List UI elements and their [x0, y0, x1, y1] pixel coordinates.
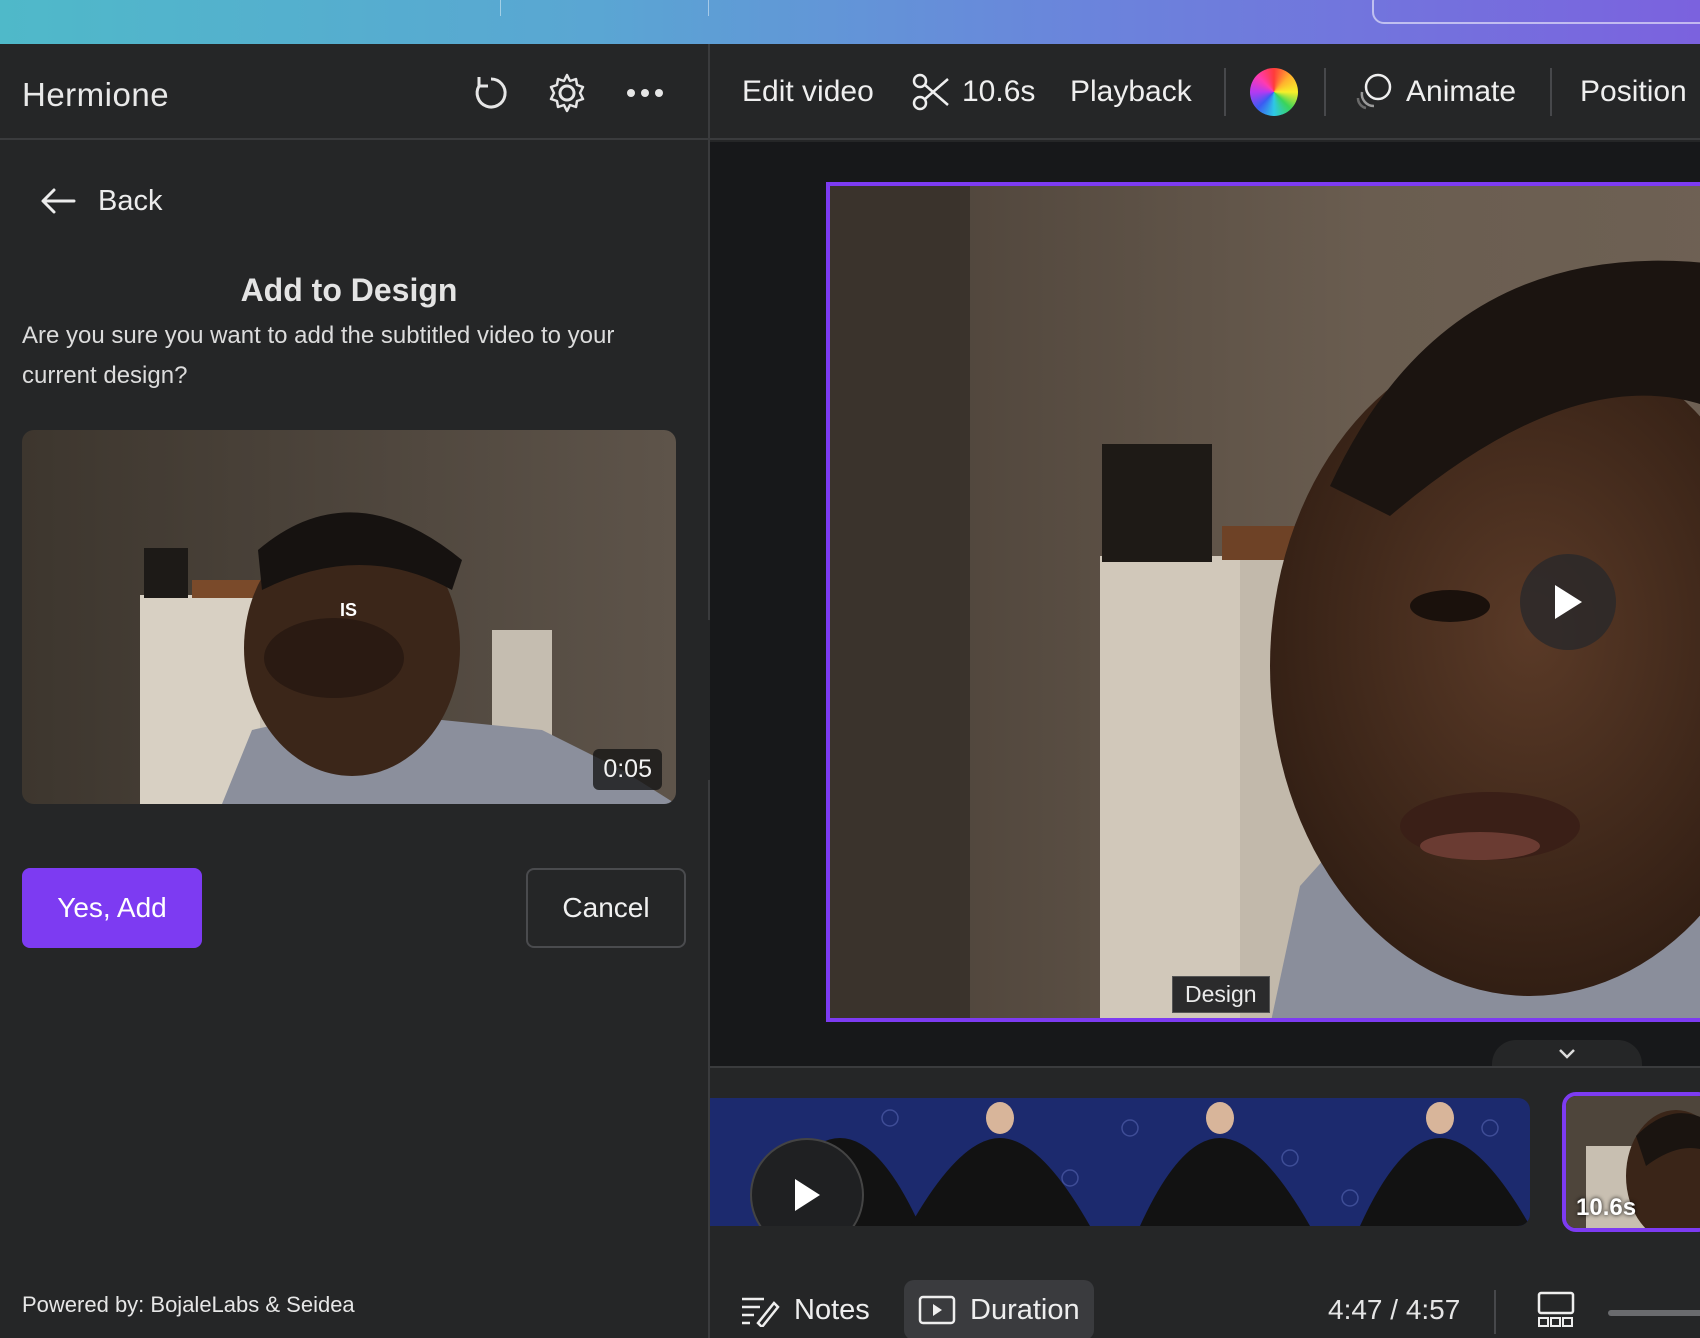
panel-header: Hermione: [0, 44, 708, 140]
notes-button[interactable]: Notes: [726, 1280, 884, 1338]
duration-badge: 0:05: [593, 749, 662, 790]
timeline: 10.6s: [710, 1066, 1700, 1248]
gear-icon[interactable]: [546, 72, 588, 114]
animate-label: Animate: [1406, 75, 1517, 108]
zoom-slider[interactable]: [1608, 1310, 1700, 1316]
more-icon[interactable]: [624, 72, 666, 114]
notes-icon: [742, 1297, 780, 1327]
top-separator: [708, 0, 709, 16]
trim-button[interactable]: 10.6s: [912, 44, 1035, 140]
page-label: Design: [1172, 976, 1270, 1013]
playback-button[interactable]: Playback: [1070, 44, 1192, 140]
color-wheel-icon: [1250, 68, 1298, 116]
powered-by-note: Powered by: BojaleLabs & Seidea: [22, 1292, 355, 1317]
playback-time: 4:47 / 4:57: [1328, 1294, 1461, 1325]
top-separator: [500, 0, 501, 16]
duration-icon: [918, 1295, 956, 1325]
chevron-down-icon: [1559, 1049, 1575, 1059]
edit-video-button[interactable]: Edit video: [742, 44, 874, 140]
preview-subtitle: IS: [340, 600, 357, 620]
yes-add-button[interactable]: Yes, Add: [22, 868, 202, 948]
left-panel: Hermione Back Add to Design Are you sure…: [0, 44, 708, 1338]
back-arrow-icon: [41, 188, 76, 214]
grid-view-button[interactable]: [1522, 1280, 1590, 1338]
clip-duration: 10.6s: [1576, 1194, 1637, 1221]
scissors-icon: [912, 73, 949, 111]
duration-label: Duration: [970, 1293, 1080, 1326]
play-icon: [1555, 585, 1582, 619]
animate-icon: [1356, 73, 1392, 110]
position-button[interactable]: Position: [1580, 44, 1687, 140]
top-gradient-bar: [0, 0, 1700, 44]
trim-duration: 10.6s: [962, 75, 1036, 108]
app-title: Hermione: [22, 76, 170, 113]
bottom-bar: Notes Duration 4:47 / 4:57: [710, 1250, 1700, 1338]
toolbar-separator: [1224, 68, 1226, 116]
notes-label: Notes: [794, 1293, 870, 1326]
collapse-timeline-tab[interactable]: [1492, 1040, 1642, 1068]
cancel-button[interactable]: Cancel: [526, 868, 686, 948]
play-video-button[interactable]: [1520, 554, 1616, 650]
refresh-icon[interactable]: [470, 72, 512, 114]
modal-description: Are you sure you want to add the subtitl…: [22, 322, 615, 389]
video-preview[interactable]: IS 0:05: [22, 430, 676, 804]
play-icon: [795, 1179, 820, 1211]
modal-title: Add to Design: [240, 272, 458, 308]
editor-toolbar: Edit video 10.6s Playback Animate Positi…: [710, 44, 1700, 140]
back-button[interactable]: Back: [40, 176, 162, 226]
toolbar-separator: [1324, 68, 1326, 116]
bottom-separator: [1494, 1290, 1496, 1334]
toolbar-separator: [1550, 68, 1552, 116]
timeline-clip-strip[interactable]: [710, 1098, 1530, 1226]
selected-timeline-clip[interactable]: 10.6s: [1562, 1092, 1700, 1232]
duration-button[interactable]: Duration: [904, 1280, 1094, 1338]
grid-view-icon: [1537, 1291, 1575, 1327]
animate-button[interactable]: Animate: [1354, 44, 1516, 140]
video-thumbnail: IS: [22, 430, 676, 804]
back-label: Back: [98, 184, 163, 217]
color-button[interactable]: [1250, 44, 1298, 140]
top-pill-button[interactable]: [1372, 0, 1700, 24]
